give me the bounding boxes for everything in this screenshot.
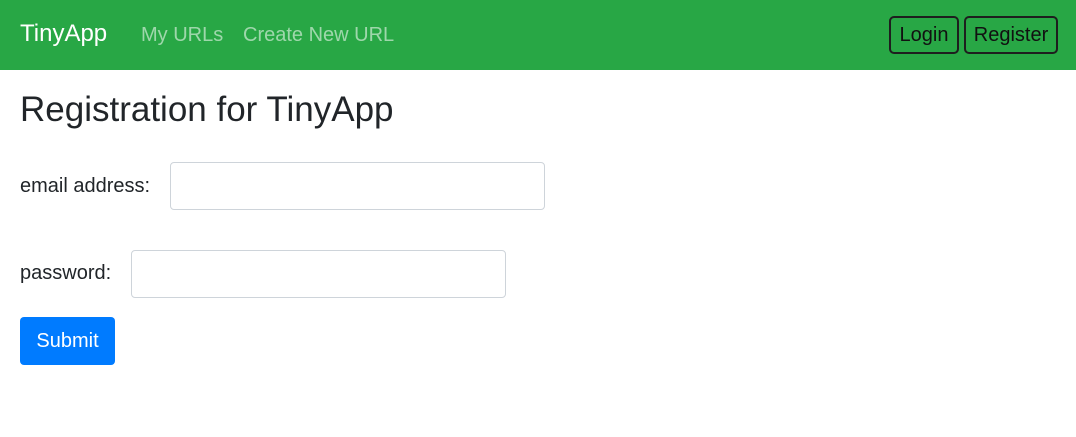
email-label: email address: <box>20 175 151 197</box>
brand-link[interactable]: TinyApp <box>20 20 107 48</box>
password-field[interactable] <box>131 250 506 298</box>
page-title: Registration for TinyApp <box>20 90 394 129</box>
nav-link-my-urls[interactable]: My URLs <box>141 23 223 47</box>
password-label: password: <box>20 262 112 284</box>
register-button[interactable]: Register <box>964 16 1058 54</box>
email-field[interactable] <box>170 162 545 210</box>
submit-button[interactable]: Submit <box>20 317 115 365</box>
nav-link-create-new-url[interactable]: Create New URL <box>243 23 394 47</box>
login-button[interactable]: Login <box>889 16 959 54</box>
top-navbar: TinyApp My URLs Create New URL Login Reg… <box>0 0 1076 70</box>
